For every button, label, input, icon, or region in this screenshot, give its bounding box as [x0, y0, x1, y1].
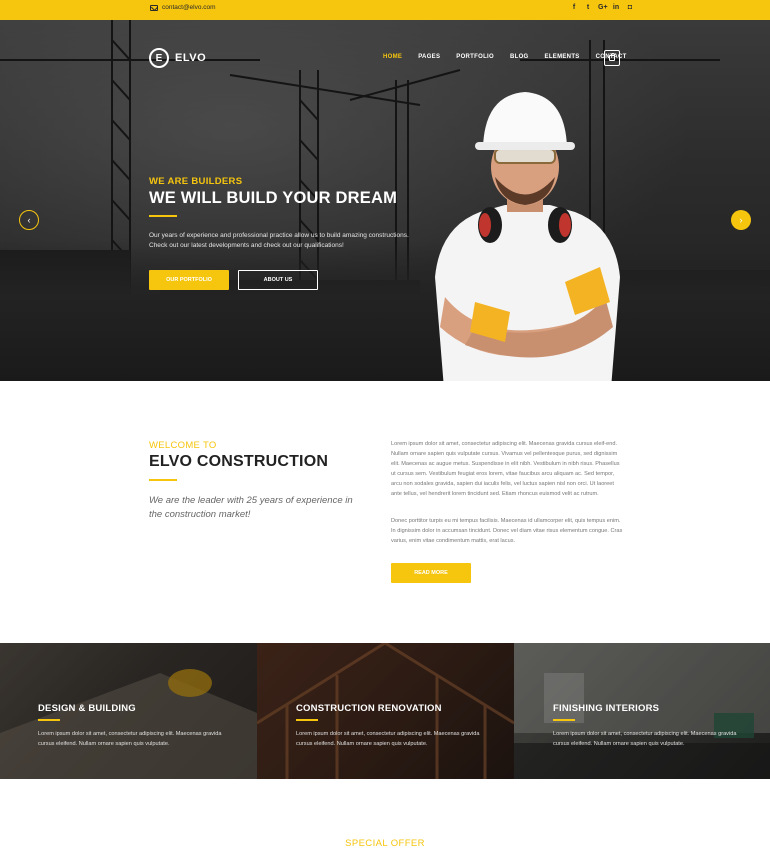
service-divider [296, 719, 318, 721]
read-more-button[interactable]: READ MORE [391, 563, 471, 583]
about-us-button[interactable]: ABOUT US [238, 270, 318, 290]
contact-email-text[interactable]: contact@elvo.com [162, 4, 216, 11]
nav-pages[interactable]: PAGES [418, 54, 440, 60]
slider-prev-button[interactable]: ‹ [19, 210, 39, 230]
nav-blog[interactable]: BLOG [510, 54, 529, 60]
welcome-quote: We are the leader with 25 years of exper… [149, 495, 353, 520]
instagram-icon[interactable]: ◘ [626, 4, 634, 11]
social-links: f t G+ in ◘ [570, 4, 634, 11]
service-description: Lorem ipsum dolor sit amet, consectetur … [296, 731, 480, 747]
site-logo[interactable]: E ELVO [149, 48, 206, 68]
top-bar: contact@elvo.com f t G+ in ◘ [0, 0, 770, 20]
our-portfolio-button[interactable]: OUR PORTFOLIO [149, 270, 229, 290]
linkedin-icon[interactable]: in [612, 4, 620, 11]
welcome-subtitle: WELCOME TO [149, 440, 217, 451]
twitter-icon[interactable]: t [584, 4, 592, 11]
service-divider [553, 719, 575, 721]
service-card-design[interactable]: DESIGN & BUILDING Lorem ipsum dolor sit … [0, 643, 257, 779]
hero-slider: E ELVO HOME PAGES PORTFOLIO BLOG ELEMENT… [0, 20, 770, 381]
construction-site-foreground [0, 241, 770, 381]
chevron-right-icon: › [739, 215, 743, 225]
chevron-left-icon: ‹ [27, 215, 31, 225]
nav-portfolio[interactable]: PORTFOLIO [456, 54, 494, 60]
service-card-renovation[interactable]: CONSTRUCTION RENOVATION Lorem ipsum dolo… [257, 643, 514, 779]
service-description: Lorem ipsum dolor sit amet, consectetur … [553, 731, 737, 747]
services-band: DESIGN & BUILDING Lorem ipsum dolor sit … [0, 643, 770, 779]
welcome-divider [149, 479, 177, 481]
welcome-title: ELVO CONSTRUCTION [149, 453, 329, 470]
hero-divider [149, 215, 177, 217]
welcome-paragraph-2: Donec porttitor turpis eu mi tempus faci… [391, 518, 623, 544]
slider-next-button[interactable]: › [731, 210, 751, 230]
service-title: CONSTRUCTION RENOVATION [296, 703, 442, 714]
logo-badge: E [149, 48, 169, 68]
facebook-icon[interactable]: f [570, 4, 578, 11]
service-title: DESIGN & BUILDING [38, 703, 136, 714]
envelope-icon [150, 4, 158, 11]
special-offer-heading: SPECIAL OFFER [345, 838, 425, 849]
shopping-bag-icon [609, 53, 615, 61]
contact-email[interactable]: contact@elvo.com [150, 4, 216, 11]
welcome-paragraph-1: Lorem ipsum dolor sit amet, consectetur … [391, 441, 620, 497]
worker-image [435, 92, 620, 381]
service-title: FINISHING INTERIORS [553, 703, 660, 714]
hero-description: Our years of experience and professional… [149, 232, 409, 249]
service-card-interiors[interactable]: FINISHING INTERIORS Lorem ipsum dolor si… [514, 643, 770, 779]
nav-elements[interactable]: ELEMENTS [545, 54, 580, 60]
service-description: Lorem ipsum dolor sit amet, consectetur … [38, 731, 222, 747]
logo-name: ELVO [175, 52, 207, 64]
hero-title: WE WILL BUILD YOUR DREAM [149, 189, 398, 207]
google-plus-icon[interactable]: G+ [598, 4, 608, 11]
cart-button[interactable] [604, 50, 620, 66]
hero-subtitle: WE ARE BUILDERS [149, 176, 243, 187]
service-divider [38, 719, 60, 721]
nav-home[interactable]: HOME [383, 54, 402, 60]
